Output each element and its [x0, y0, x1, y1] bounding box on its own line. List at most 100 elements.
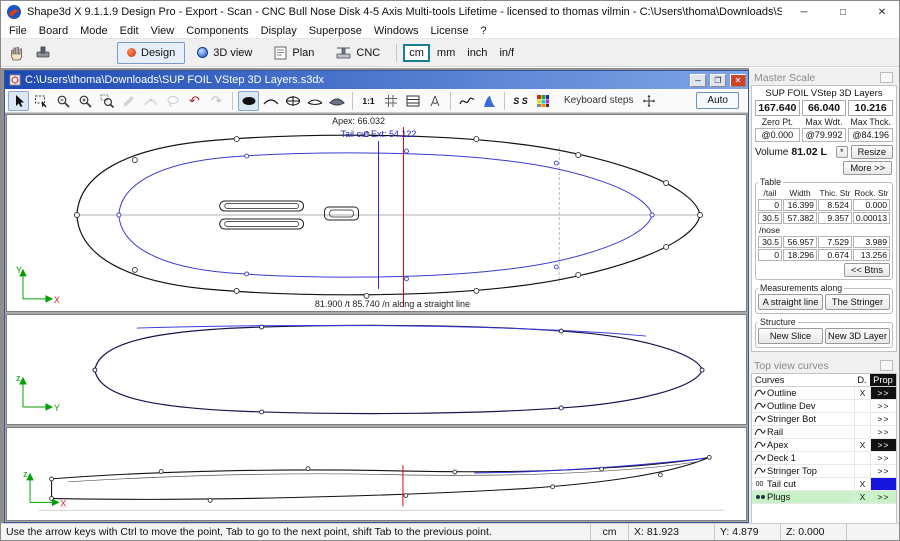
straight-line-button[interactable]: A straight line: [758, 294, 823, 310]
table-cell[interactable]: 18.296: [783, 249, 817, 261]
unit-inf[interactable]: in/f: [494, 45, 519, 61]
curve-display-flag[interactable]: X: [854, 491, 870, 503]
unit-inch[interactable]: inch: [462, 45, 492, 61]
menu-help[interactable]: ?: [474, 24, 492, 38]
doc-restore-button[interactable]: ❐: [710, 74, 726, 87]
curve-row-deck-1[interactable]: Deck 1 >>: [752, 452, 896, 465]
glove-pan-icon[interactable]: [5, 42, 29, 64]
fin-tool-button[interactable]: [478, 91, 499, 111]
curve-prop-button[interactable]: >>: [870, 465, 896, 477]
menu-mode[interactable]: Mode: [74, 24, 114, 38]
scan-tool-icon[interactable]: [31, 42, 55, 64]
table-cell[interactable]: 8.524: [818, 199, 852, 211]
zoom-window-tool[interactable]: [96, 91, 117, 111]
maximize-button[interactable]: □: [826, 1, 860, 23]
table-cell[interactable]: 0: [758, 199, 782, 211]
unit-cm[interactable]: cm: [403, 44, 430, 62]
table-cell[interactable]: 16.399: [783, 199, 817, 211]
design-mode-button[interactable]: Design: [117, 42, 185, 64]
length-value[interactable]: 167.640: [755, 100, 800, 116]
curve-row-rail[interactable]: Rail >>: [752, 426, 896, 439]
zoom-out-tool[interactable]: [52, 91, 73, 111]
profile-view-button[interactable]: [304, 91, 325, 111]
table-cell[interactable]: 7.529: [818, 236, 852, 248]
curve-row-plugs[interactable]: Plugs X >>: [752, 491, 896, 504]
table-cell[interactable]: 30.5: [758, 236, 782, 248]
menu-superpose[interactable]: Superpose: [303, 24, 368, 38]
curve-display-flag[interactable]: [854, 413, 870, 425]
menu-view[interactable]: View: [145, 24, 181, 38]
zoom-in-tool[interactable]: [74, 91, 95, 111]
table-cell[interactable]: 0.00013: [853, 212, 890, 224]
width-value[interactable]: 66.040: [802, 100, 847, 116]
plan-button[interactable]: Plan: [264, 42, 324, 64]
max-wdt-at[interactable]: @79.992: [802, 128, 847, 142]
table-cell[interactable]: 0.674: [818, 249, 852, 261]
half-outline-view-button[interactable]: [260, 91, 281, 111]
curve-prop-button[interactable]: >>: [870, 452, 896, 464]
curve-display-flag[interactable]: [854, 400, 870, 412]
new-slice-button[interactable]: New Slice: [758, 328, 823, 344]
star-button[interactable]: *: [836, 146, 848, 158]
curve-row-outline-dev[interactable]: Outline Dev >>: [752, 400, 896, 413]
minimize-button[interactable]: ─: [787, 1, 821, 23]
curve-display-flag[interactable]: [854, 426, 870, 438]
curve-prop-button[interactable]: >>: [870, 426, 896, 438]
3d-view-button[interactable]: 3D view: [187, 42, 262, 64]
btns-toggle-button[interactable]: << Btns: [844, 263, 890, 277]
scale-1-1-button[interactable]: 1:1: [358, 91, 379, 111]
document-title-bar[interactable]: C:\Users\thoma\Downloads\SUP FOIL VStep …: [5, 71, 748, 89]
table-cell[interactable]: 57.382: [783, 212, 817, 224]
middle-view[interactable]: z Y: [6, 314, 747, 425]
outline-view-button[interactable]: [238, 91, 259, 111]
undo-button[interactable]: ↶: [184, 91, 205, 111]
bottom-view-canvas[interactable]: z X: [7, 428, 746, 520]
table-cell[interactable]: 3.989: [853, 236, 890, 248]
table-cell[interactable]: 30.5: [758, 212, 782, 224]
curve-prop-button[interactable]: >>: [870, 387, 896, 399]
guidelines-button[interactable]: S S: [510, 91, 531, 111]
curves-panel-menu-button[interactable]: [880, 360, 893, 371]
curve-edit-tool[interactable]: [140, 91, 161, 111]
marquee-select-tool[interactable]: [30, 91, 51, 111]
more-button[interactable]: More >>: [843, 161, 892, 175]
thickness-value[interactable]: 10.216: [848, 100, 893, 116]
table-cell[interactable]: 0: [758, 249, 782, 261]
doc-close-button[interactable]: ✕: [730, 74, 746, 87]
menu-license[interactable]: License: [425, 24, 475, 38]
curve-row-apex[interactable]: Apex X >>: [752, 439, 896, 452]
new-3d-layer-button[interactable]: New 3D Layer: [825, 328, 890, 344]
menu-windows[interactable]: Windows: [368, 24, 425, 38]
menu-file[interactable]: File: [3, 24, 33, 38]
unit-mm[interactable]: mm: [432, 45, 460, 61]
max-thck-at[interactable]: @84.196: [848, 128, 893, 142]
master-scale-menu-button[interactable]: [880, 72, 893, 83]
pencil-tool[interactable]: [118, 91, 139, 111]
lasso-tool[interactable]: [162, 91, 183, 111]
color-palette-button[interactable]: [532, 91, 553, 111]
curve-display-flag[interactable]: [854, 452, 870, 464]
3d-lens-view-button[interactable]: [326, 91, 347, 111]
curve-row-stringer-bot[interactable]: Stringer Bot >>: [752, 413, 896, 426]
curve-prop-button[interactable]: >>: [870, 439, 896, 451]
table-cell[interactable]: 9.357: [818, 212, 852, 224]
curve-color-swatch[interactable]: [870, 478, 896, 490]
auto-button[interactable]: Auto: [696, 92, 739, 109]
menu-display[interactable]: Display: [255, 24, 303, 38]
curve-display-flag[interactable]: X: [854, 439, 870, 451]
middle-view-canvas[interactable]: z Y: [7, 315, 746, 424]
measure-tool-button[interactable]: [424, 91, 445, 111]
curve-display-flag[interactable]: X: [854, 387, 870, 399]
curve-row-outline[interactable]: Outline X >>: [752, 387, 896, 400]
curve-row-tail-cut[interactable]: 00 Tail cut X: [752, 478, 896, 491]
curve-display-flag[interactable]: X: [854, 478, 870, 490]
slice-view-button[interactable]: [282, 91, 303, 111]
move-steps-icon[interactable]: [639, 91, 660, 111]
table-cell[interactable]: 56.957: [783, 236, 817, 248]
curve-prop-button[interactable]: >>: [870, 491, 896, 503]
top-view-canvas[interactable]: Apex: 66.032 Tail cut Ext: 54.122 81.900…: [7, 115, 746, 311]
split-panels-button[interactable]: [402, 91, 423, 111]
menu-board[interactable]: Board: [33, 24, 74, 38]
redo-button[interactable]: ↷: [206, 91, 227, 111]
grid-toggle-button[interactable]: [380, 91, 401, 111]
